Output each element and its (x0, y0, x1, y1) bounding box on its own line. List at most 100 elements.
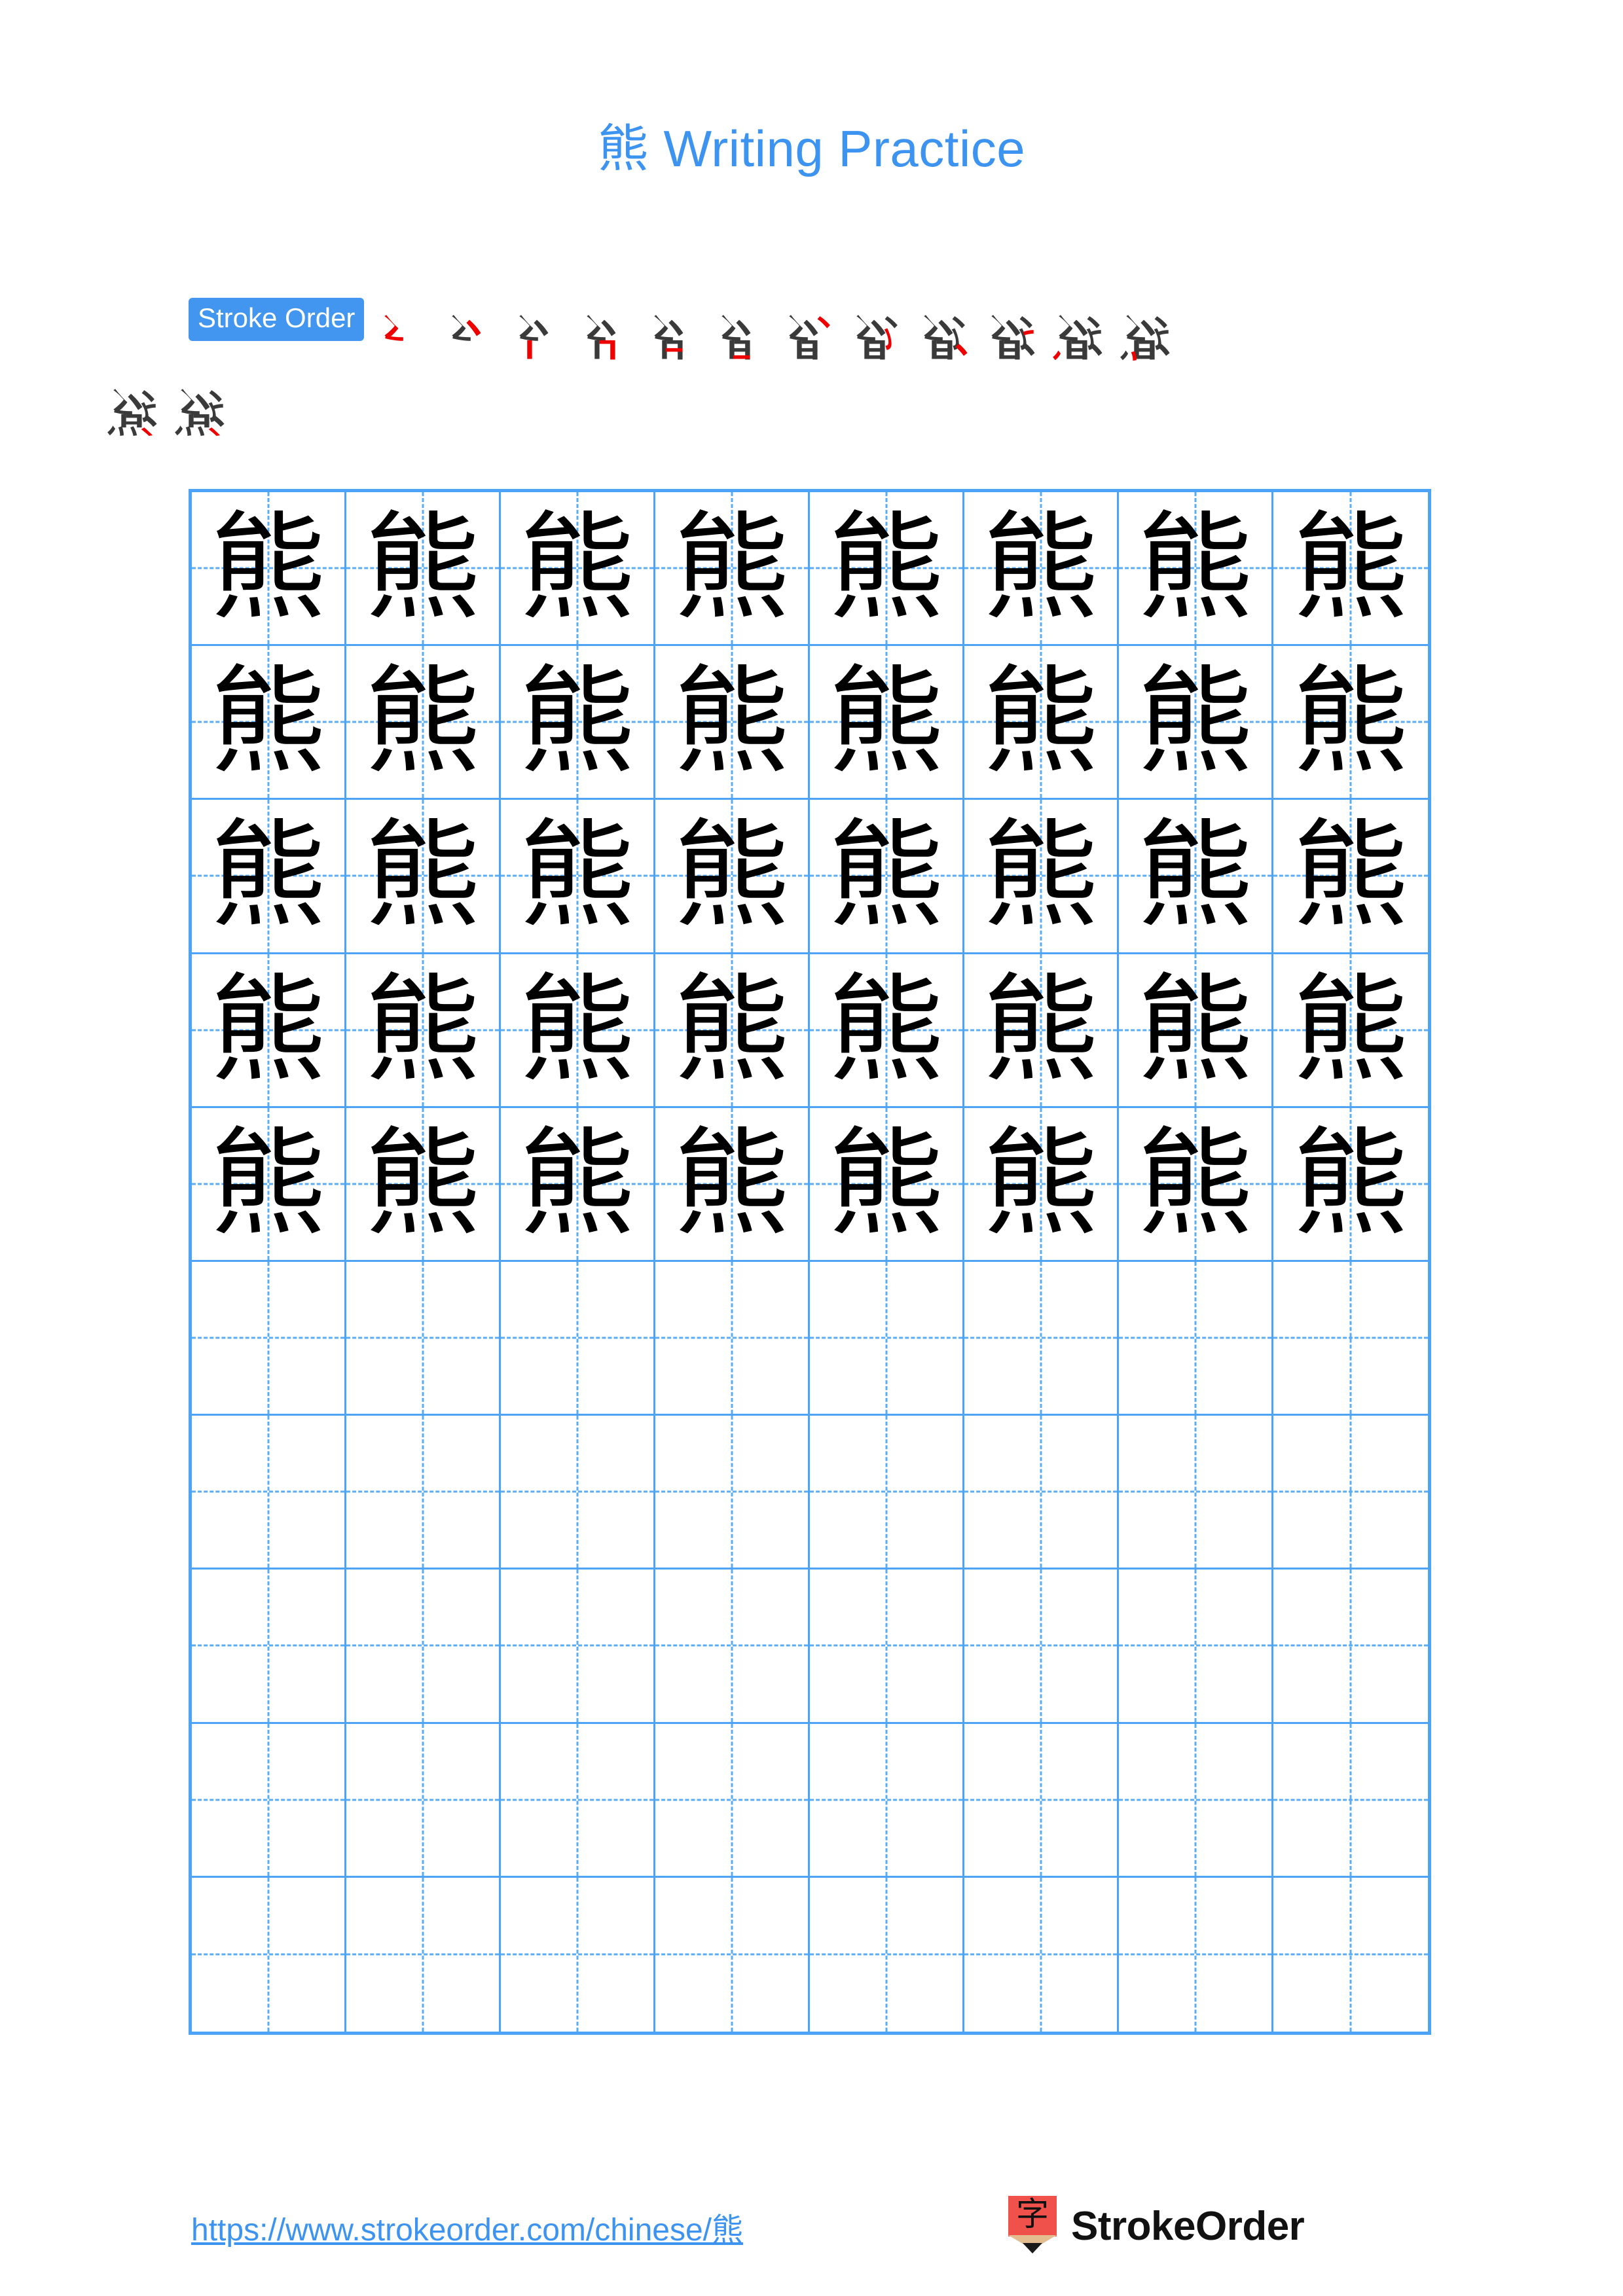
trace-character: 熊 (364, 1115, 481, 1251)
practice-cell[interactable]: 熊 (964, 492, 1119, 647)
practice-cell[interactable]: 熊 (346, 800, 501, 954)
trace-character: 熊 (673, 808, 790, 944)
practice-cell[interactable] (1119, 1416, 1273, 1570)
practice-cell[interactable]: 熊 (655, 646, 810, 800)
practice-cell[interactable] (810, 1261, 964, 1416)
practice-cell[interactable]: 熊 (192, 800, 346, 954)
practice-cell[interactable] (655, 1877, 810, 2032)
trace-character: 熊 (519, 961, 636, 1098)
trace-character: 熊 (1137, 961, 1254, 1098)
practice-cell[interactable] (1119, 1877, 1273, 2032)
trace-character: 熊 (364, 808, 481, 944)
footer-url-link[interactable]: https://www.strokeorder.com/chinese/熊 (191, 2204, 743, 2250)
practice-cell[interactable] (501, 1416, 655, 1570)
practice-cell[interactable]: 熊 (346, 954, 501, 1108)
practice-cell[interactable]: 熊 (501, 492, 655, 647)
practice-cell[interactable]: 熊 (964, 646, 1119, 800)
practice-cell[interactable]: 熊 (192, 646, 346, 800)
practice-cell[interactable]: 熊 (1273, 954, 1428, 1108)
practice-cell[interactable] (964, 1877, 1119, 2032)
practice-cell[interactable]: 熊 (964, 954, 1119, 1108)
practice-cell[interactable] (501, 1261, 655, 1416)
practice-cell[interactable] (501, 1877, 655, 2032)
practice-cell[interactable] (192, 1570, 346, 1724)
practice-cell[interactable]: 熊 (1119, 800, 1273, 954)
practice-cell[interactable] (1273, 1416, 1428, 1570)
practice-cell[interactable]: 熊 (810, 492, 964, 647)
practice-cell[interactable]: 熊 (655, 954, 810, 1108)
practice-cell[interactable]: 熊 (1273, 800, 1428, 954)
practice-cell[interactable]: 熊 (1119, 1107, 1273, 1262)
practice-cell[interactable] (1273, 1724, 1428, 1878)
practice-cell[interactable] (192, 1877, 346, 2032)
practice-cell[interactable]: 熊 (192, 954, 346, 1108)
practice-cell[interactable] (346, 1877, 501, 2032)
practice-cell[interactable]: 熊 (1273, 492, 1428, 647)
practice-cell[interactable]: 熊 (810, 800, 964, 954)
practice-cell[interactable]: 熊 (346, 492, 501, 647)
practice-cell[interactable]: 熊 (346, 646, 501, 800)
practice-cell[interactable] (810, 1416, 964, 1570)
stroke-step-7 (773, 298, 840, 372)
practice-cell[interactable]: 熊 (964, 1107, 1119, 1262)
trace-character: 熊 (210, 1115, 327, 1251)
practice-cell[interactable]: 熊 (1273, 1108, 1428, 1262)
practice-cell[interactable]: 熊 (501, 646, 655, 800)
practice-cell[interactable]: 熊 (655, 492, 810, 647)
stroke-order-section: Stroke Order (107, 298, 1439, 446)
brand-logo-group[interactable]: 字 StrokeOrder (1008, 2196, 1305, 2256)
practice-cell[interactable] (1119, 1261, 1273, 1416)
practice-cell[interactable]: 熊 (810, 954, 964, 1108)
practice-cell[interactable]: 熊 (810, 1107, 964, 1262)
practice-cell[interactable] (810, 1570, 964, 1724)
practice-grid[interactable]: 熊熊熊熊熊熊熊熊熊熊熊熊熊熊熊熊熊熊熊熊熊熊熊熊熊熊熊熊熊熊熊熊熊熊熊熊熊熊熊熊 (189, 489, 1431, 2035)
practice-cell[interactable] (346, 1416, 501, 1570)
stroke-step-13 (97, 372, 164, 446)
practice-cell[interactable]: 熊 (1119, 954, 1273, 1108)
practice-cell[interactable] (346, 1723, 501, 1878)
practice-cell[interactable] (810, 1723, 964, 1878)
practice-cell[interactable] (655, 1416, 810, 1570)
practice-cell[interactable] (655, 1570, 810, 1724)
practice-cell[interactable] (501, 1570, 655, 1724)
practice-cell[interactable] (192, 1261, 346, 1416)
practice-cell[interactable] (192, 1723, 346, 1878)
page-title-character: 熊 (597, 120, 649, 179)
practice-cell[interactable]: 熊 (1119, 492, 1273, 647)
practice-cell[interactable] (964, 1416, 1119, 1570)
practice-cell[interactable] (810, 1877, 964, 2032)
practice-cell[interactable] (655, 1723, 810, 1878)
practice-cell[interactable] (192, 1416, 346, 1570)
practice-cell[interactable] (964, 1261, 1119, 1416)
practice-cell[interactable]: 熊 (655, 1107, 810, 1262)
practice-cell[interactable] (1273, 1262, 1428, 1416)
trace-character: 熊 (1137, 808, 1254, 944)
practice-cell[interactable] (346, 1261, 501, 1416)
practice-cell[interactable]: 熊 (1273, 646, 1428, 800)
practice-cell[interactable]: 熊 (192, 492, 346, 647)
practice-cell[interactable] (501, 1723, 655, 1878)
practice-cell[interactable] (1273, 1878, 1428, 2032)
trace-character: 熊 (828, 961, 945, 1098)
practice-cell[interactable]: 熊 (1119, 646, 1273, 800)
stroke-step-11 (1042, 298, 1110, 372)
practice-cell[interactable] (1273, 1570, 1428, 1724)
practice-cell[interactable]: 熊 (655, 800, 810, 954)
practice-cell[interactable]: 熊 (501, 954, 655, 1108)
practice-cell[interactable]: 熊 (964, 800, 1119, 954)
practice-cell[interactable] (655, 1261, 810, 1416)
practice-cell[interactable]: 熊 (810, 646, 964, 800)
brand-name-text: StrokeOrder (1071, 2203, 1305, 2249)
stroke-order-row-2 (107, 372, 1439, 446)
practice-cell[interactable] (964, 1723, 1119, 1878)
practice-cell[interactable]: 熊 (192, 1107, 346, 1262)
practice-cell[interactable] (1119, 1570, 1273, 1724)
practice-cell[interactable]: 熊 (501, 1107, 655, 1262)
practice-cell[interactable]: 熊 (346, 1107, 501, 1262)
practice-cell[interactable] (964, 1570, 1119, 1724)
practice-cell[interactable] (1119, 1723, 1273, 1878)
page-title-suffix: Writing Practice (649, 120, 1026, 177)
stroke-step-1 (368, 298, 435, 372)
practice-cell[interactable] (346, 1570, 501, 1724)
practice-cell[interactable]: 熊 (501, 800, 655, 954)
